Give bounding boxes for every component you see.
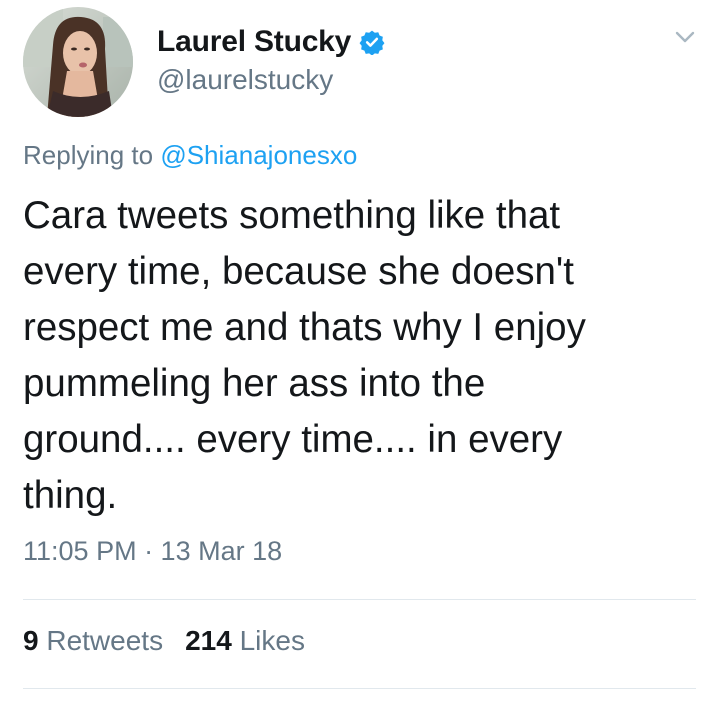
- likes-label: Likes: [239, 625, 305, 656]
- tweet-text-line: Cara tweets something like that: [23, 194, 561, 237]
- tweet-text-line: respect me and thats why I enjoy: [23, 306, 586, 349]
- retweets-stat[interactable]: 9 Retweets: [23, 625, 163, 656]
- chevron-down-icon[interactable]: [672, 24, 698, 50]
- avatar[interactable]: [23, 7, 133, 117]
- author-handle[interactable]: @laurelstucky: [157, 64, 333, 96]
- tweet-stats: 9 Retweets 214 Likes: [23, 625, 305, 657]
- likes-count: 214: [185, 625, 232, 656]
- author-display-name[interactable]: Laurel Stucky: [157, 25, 351, 59]
- avatar-image: [23, 7, 133, 117]
- verified-badge-icon: [359, 30, 385, 55]
- retweets-label: Retweets: [46, 625, 164, 656]
- tweet-text-line: ground.... every time.... in every: [23, 418, 563, 461]
- reply-prefix: Replying to: [23, 140, 154, 170]
- tweet-text-line: thing.: [23, 474, 118, 517]
- tweet-text: Cara tweets something like that every ti…: [23, 188, 703, 524]
- divider: [23, 599, 696, 600]
- reply-context: Replying to @Shianajonesxo: [23, 140, 357, 171]
- divider: [23, 688, 696, 689]
- reply-mention-link[interactable]: @Shianajonesxo: [160, 140, 357, 170]
- tweet-text-line: pummeling her ass into the: [23, 362, 486, 405]
- tweet-timestamp[interactable]: 11:05 PM · 13 Mar 18: [23, 536, 282, 567]
- likes-stat[interactable]: 214 Likes: [185, 625, 305, 656]
- retweets-count: 9: [23, 625, 39, 656]
- tweet-text-line: every time, because she doesn't: [23, 250, 574, 293]
- author-name-row: Laurel Stucky: [157, 22, 385, 62]
